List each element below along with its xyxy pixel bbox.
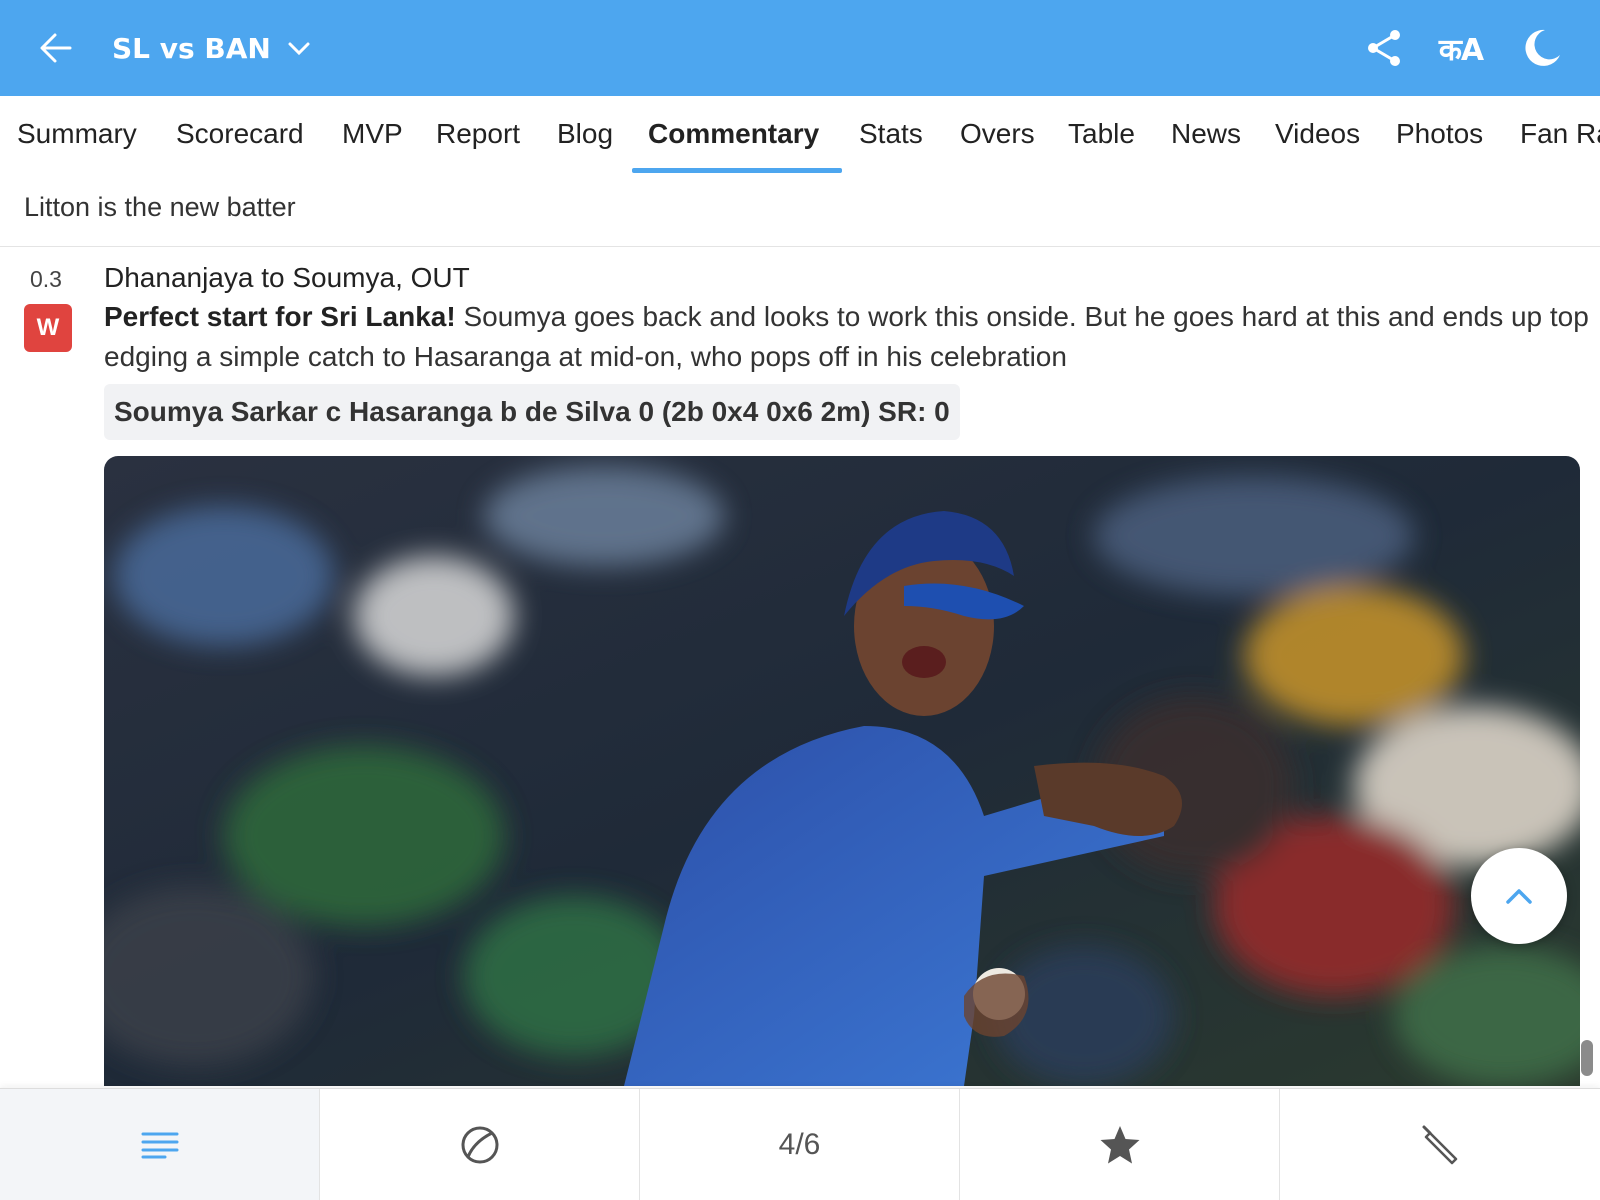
bottom-nav-ball[interactable]	[320, 1089, 640, 1200]
tab-summary[interactable]: Summary	[17, 118, 137, 150]
commentary-previous-line: Litton is the new batter	[24, 192, 296, 222]
ball-commentary: Perfect start for Sri Lanka! Soumya goes…	[104, 297, 1594, 377]
match-selector[interactable]: SL vs BAN	[112, 26, 311, 70]
wicket-badge: W	[24, 304, 72, 352]
language-button[interactable]: कA	[1437, 24, 1485, 72]
moon-icon	[1525, 29, 1560, 66]
scroll-to-top-button[interactable]	[1471, 848, 1567, 944]
app-header: SL vs BAN कA	[0, 0, 1600, 96]
match-tabs: Summary Scorecard MVP Report Blog Commen…	[0, 96, 1600, 174]
commentary-photo	[104, 456, 1580, 1086]
bottom-nav-pager[interactable]: 4/6	[640, 1089, 960, 1200]
tab-report[interactable]: Report	[436, 118, 520, 150]
bat-icon	[1422, 1125, 1458, 1165]
back-arrow-icon	[40, 33, 72, 63]
share-icon	[1368, 30, 1400, 66]
bottom-nav-favorites[interactable]	[960, 1089, 1280, 1200]
tab-fan-ratings[interactable]: Fan Ra	[1520, 118, 1600, 150]
tab-news[interactable]: News	[1171, 118, 1241, 150]
match-title: SL vs BAN	[112, 31, 271, 65]
scrollbar-thumb[interactable]	[1581, 1040, 1593, 1076]
divider	[0, 246, 1600, 247]
share-button[interactable]	[1360, 24, 1408, 72]
dismissal-summary: Soumya Sarkar c Hasaranga b de Silva 0 (…	[104, 384, 960, 440]
back-button[interactable]	[34, 26, 78, 70]
language-icon: कA	[1438, 32, 1484, 68]
tab-videos[interactable]: Videos	[1275, 118, 1360, 150]
commentary-lead: Perfect start for Sri Lanka!	[104, 301, 456, 332]
tab-commentary[interactable]: Commentary	[648, 118, 819, 150]
bottom-navigation: 4/6	[0, 1088, 1600, 1200]
dark-mode-toggle[interactable]	[1518, 24, 1566, 72]
chevron-up-icon	[1506, 889, 1532, 904]
ball-icon	[461, 1126, 498, 1164]
tab-overs[interactable]: Overs	[960, 118, 1035, 150]
tab-blog[interactable]: Blog	[557, 118, 613, 150]
bottom-nav-commentary[interactable]	[0, 1089, 320, 1200]
menu-lines-icon	[141, 1132, 178, 1159]
active-tab-indicator	[632, 168, 842, 173]
chevron-down-icon	[287, 40, 311, 56]
tab-scorecard[interactable]: Scorecard	[176, 118, 304, 150]
tab-table[interactable]: Table	[1068, 118, 1135, 150]
tab-photos[interactable]: Photos	[1396, 118, 1483, 150]
over-number: 0.3	[30, 266, 62, 292]
star-icon	[1100, 1126, 1139, 1164]
ball-headline: Dhananjaya to Soumya, OUT	[104, 262, 470, 293]
tab-mvp[interactable]: MVP	[342, 118, 403, 150]
bottom-nav-batting[interactable]	[1280, 1089, 1600, 1200]
page-indicator: 4/6	[778, 1128, 821, 1161]
tab-stats[interactable]: Stats	[859, 118, 923, 150]
